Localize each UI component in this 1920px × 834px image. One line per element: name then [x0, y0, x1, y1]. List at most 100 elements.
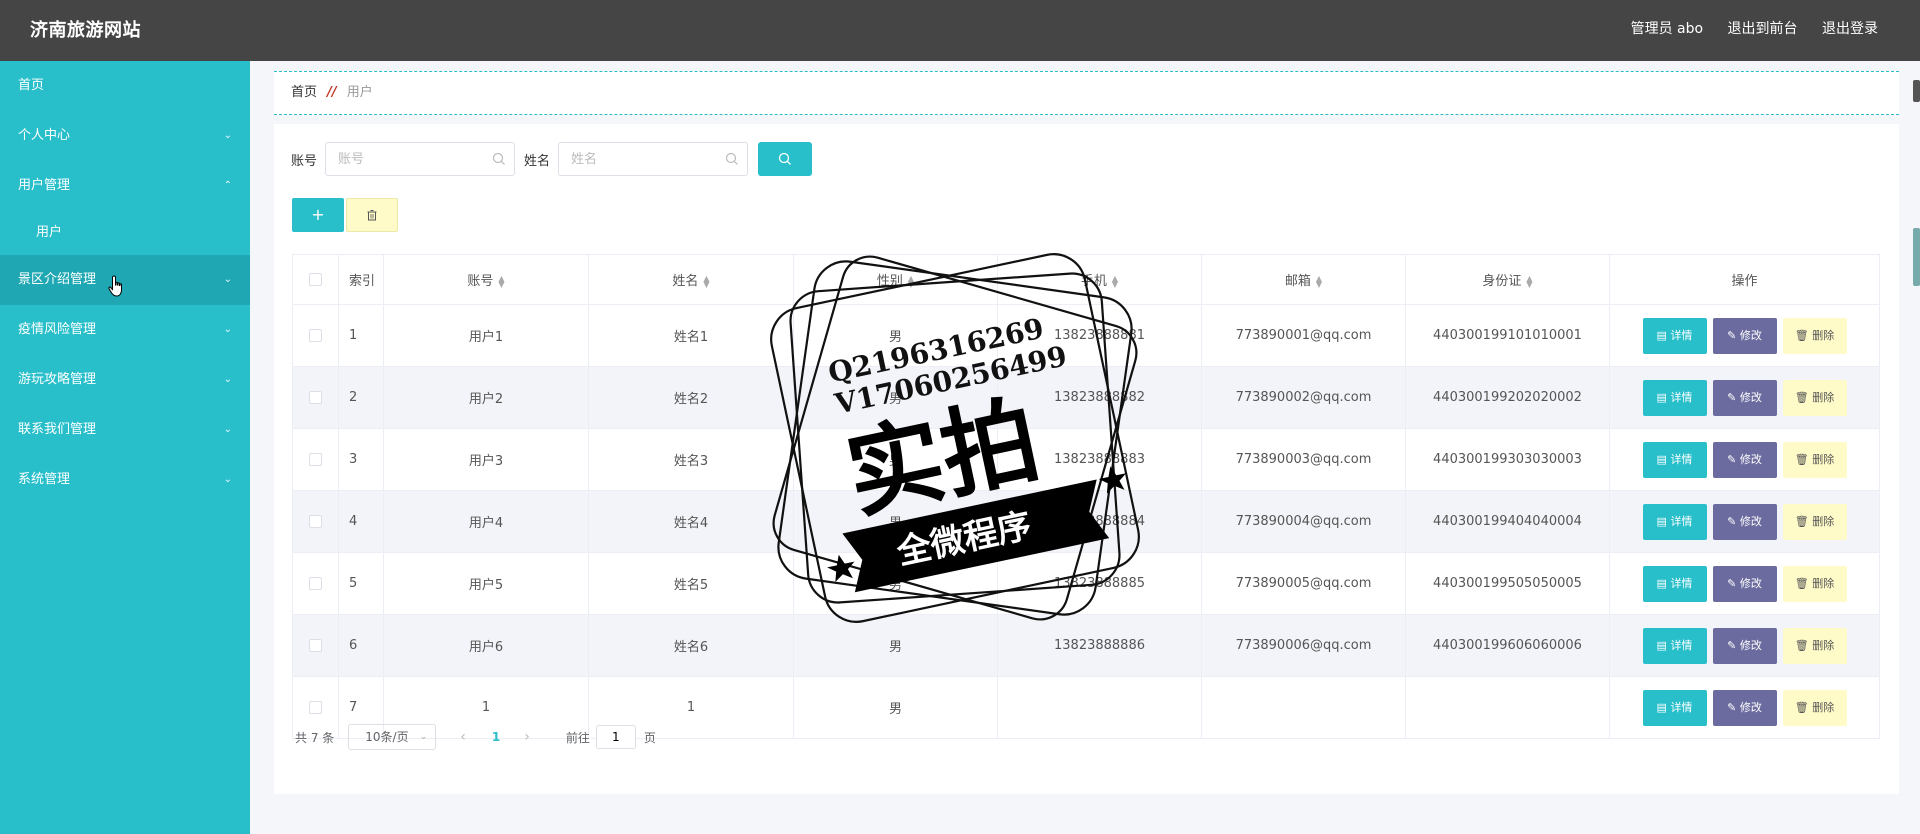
- account-search-input[interactable]: [326, 143, 515, 175]
- back-to-front-link[interactable]: 退出到前台: [1728, 21, 1798, 37]
- main-content: 首页 // 用户 账号 姓名 +: [274, 61, 1899, 834]
- sort-icon[interactable]: ▲ ▼: [1316, 274, 1322, 288]
- cell-actions: ▤ 详情 ✎ 修改 🗑 删除: [1609, 676, 1880, 739]
- table-row[interactable]: 4 用户4 姓名4 男 13823888884 773890004@qq.com 44030…: [292, 490, 1880, 553]
- chevron-down-icon: ⌄: [223, 274, 232, 285]
- chevron-down-icon: ⌄: [223, 374, 232, 385]
- page-size-select[interactable]: 10条/页 ⌄: [348, 724, 437, 750]
- delete-button[interactable]: 🗑 删除: [1782, 441, 1847, 478]
- delete-button[interactable]: 🗑 删除: [1782, 503, 1847, 540]
- select-all-checkbox[interactable]: [309, 273, 322, 286]
- cell-id-card: 440300199606060006: [1405, 614, 1610, 677]
- breadcrumb-home[interactable]: 首页: [291, 85, 317, 100]
- edit-button[interactable]: ✎ 修改: [1712, 379, 1777, 416]
- cell-index: 4: [338, 490, 384, 553]
- sidebar-item-travel-guide[interactable]: 游玩攻略管理 ⌄: [0, 355, 250, 405]
- cell-index: 5: [338, 552, 384, 615]
- row-actions: ▤ 详情 ✎ 修改 🗑 删除: [1610, 627, 1879, 664]
- row-checkbox[interactable]: [309, 639, 322, 652]
- header-phone[interactable]: 手机 ▲ ▼: [997, 254, 1202, 305]
- search-button[interactable]: [758, 142, 813, 176]
- sort-icon[interactable]: ▲ ▼: [908, 274, 914, 288]
- row-checkbox[interactable]: [309, 577, 322, 590]
- cell-gender: 男: [793, 428, 998, 491]
- row-checkbox[interactable]: [309, 701, 322, 714]
- select-all-cell: [292, 254, 339, 305]
- table-row[interactable]: 5 用户5 姓名5 男 13823888885 773890005@qq.com 44030…: [292, 552, 1880, 615]
- sidebar-item-home[interactable]: 首页: [0, 61, 250, 111]
- delete-button[interactable]: 🗑 删除: [1782, 627, 1847, 664]
- delete-button[interactable]: 🗑 删除: [1782, 565, 1847, 602]
- cell-account: 用户2: [383, 366, 589, 429]
- header-account[interactable]: 账号 ▲ ▼: [383, 254, 589, 305]
- header-name[interactable]: 姓名 ▲ ▼: [588, 254, 794, 305]
- cell-gender: 男: [793, 304, 998, 367]
- sidebar-item-system[interactable]: 系统管理 ⌄: [0, 455, 250, 505]
- detail-button[interactable]: ▤ 详情: [1642, 441, 1707, 478]
- page-number[interactable]: 1: [492, 730, 500, 744]
- batch-delete-button[interactable]: [346, 198, 398, 232]
- table-row[interactable]: 2 用户2 姓名2 男 13823888882 773890002@qq.com 44030…: [292, 366, 1880, 429]
- chevron-down-icon: ⌄: [223, 324, 232, 335]
- table-row[interactable]: 3 用户3 姓名3 男 13823888883 773890003@qq.com 44030…: [292, 428, 1880, 491]
- sort-icon[interactable]: ▲ ▼: [703, 274, 709, 288]
- sidebar-item-contact-us[interactable]: 联系我们管理 ⌄: [0, 405, 250, 455]
- detail-button[interactable]: ▤ 详情: [1642, 503, 1707, 540]
- sidebar-item-personal-center[interactable]: 个人中心 ⌄: [0, 111, 250, 161]
- header-gender[interactable]: 性别 ▲ ▼: [793, 254, 998, 305]
- cell-id-card: 440300199505050005: [1405, 552, 1610, 615]
- edit-button[interactable]: ✎ 修改: [1712, 689, 1777, 726]
- cell-phone: 13823888886: [997, 614, 1202, 677]
- detail-button[interactable]: ▤ 详情: [1642, 565, 1707, 602]
- header-email[interactable]: 邮箱 ▲ ▼: [1201, 254, 1406, 305]
- delete-button[interactable]: 🗑 删除: [1782, 689, 1847, 726]
- goto-page-input[interactable]: [595, 725, 636, 749]
- delete-label: 删除: [1812, 700, 1835, 714]
- hand-cursor-icon: [108, 275, 122, 297]
- detail-button[interactable]: ▤ 详情: [1642, 317, 1707, 354]
- row-checkbox[interactable]: [309, 391, 322, 404]
- table-row[interactable]: 1 用户1 姓名1 男 13823888881 773890001@qq.com 44030…: [292, 304, 1880, 367]
- cell-gender: 男: [793, 552, 998, 615]
- prev-page-button[interactable]: ‹: [460, 729, 466, 745]
- delete-label: 删除: [1812, 390, 1835, 404]
- sidebar-item-user-management[interactable]: 用户管理 ⌃: [0, 161, 250, 211]
- scrollbar-thumb[interactable]: [1913, 80, 1920, 102]
- row-checkbox[interactable]: [309, 453, 322, 466]
- edit-button[interactable]: ✎ 修改: [1712, 503, 1777, 540]
- sort-icon[interactable]: ▲ ▼: [1526, 274, 1532, 288]
- row-select-cell: [292, 428, 339, 491]
- row-checkbox[interactable]: [309, 329, 322, 342]
- row-select-cell: [292, 614, 339, 677]
- delete-button[interactable]: 🗑 删除: [1782, 317, 1847, 354]
- delete-label: 删除: [1812, 514, 1835, 528]
- cell-name: 姓名6: [588, 614, 794, 677]
- sidebar-item-users[interactable]: 用户: [0, 211, 250, 255]
- sidebar-item-epidemic-risk[interactable]: 疫情风险管理 ⌄: [0, 305, 250, 355]
- row-checkbox[interactable]: [309, 515, 322, 528]
- edit-button[interactable]: ✎ 修改: [1712, 317, 1777, 354]
- name-search-input[interactable]: [559, 143, 748, 175]
- table-row[interactable]: 6 用户6 姓名6 男 13823888886 773890006@qq.com 44030…: [292, 614, 1880, 677]
- detail-button[interactable]: ▤ 详情: [1642, 627, 1707, 664]
- cell-email: 773890006@qq.com: [1201, 614, 1406, 677]
- sort-icon[interactable]: ▲ ▼: [1112, 274, 1118, 288]
- next-page-button[interactable]: ›: [524, 729, 530, 745]
- sort-icon[interactable]: ▲ ▼: [498, 274, 504, 288]
- detail-button[interactable]: ▤ 详情: [1642, 379, 1707, 416]
- scrollbar-thumb[interactable]: [1913, 228, 1920, 286]
- detail-label: 详情: [1670, 452, 1693, 466]
- detail-label: 详情: [1670, 638, 1693, 652]
- edit-button[interactable]: ✎ 修改: [1712, 441, 1777, 478]
- sidebar-item-scenic-intro[interactable]: 景区介绍管理 ⌄: [0, 255, 250, 305]
- table-header-row: 索引 账号 ▲ ▼ 姓名 ▲ ▼ 性别 ▲ ▼ 手机 ▲ ▼ 邮箱 ▲ ▼ 身份证 ▲ ▼ 操作: [292, 254, 1880, 305]
- header-id-card[interactable]: 身份证 ▲ ▼: [1405, 254, 1610, 305]
- edit-button[interactable]: ✎ 修改: [1712, 627, 1777, 664]
- delete-button[interactable]: 🗑 删除: [1782, 379, 1847, 416]
- site-title: 济南旅游网站: [30, 20, 141, 41]
- edit-button[interactable]: ✎ 修改: [1712, 565, 1777, 602]
- logout-link[interactable]: 退出登录: [1822, 21, 1878, 37]
- add-button[interactable]: +: [292, 198, 344, 232]
- cell-actions: ▤ 详情 ✎ 修改 🗑 删除: [1609, 428, 1880, 491]
- detail-button[interactable]: ▤ 详情: [1642, 689, 1707, 726]
